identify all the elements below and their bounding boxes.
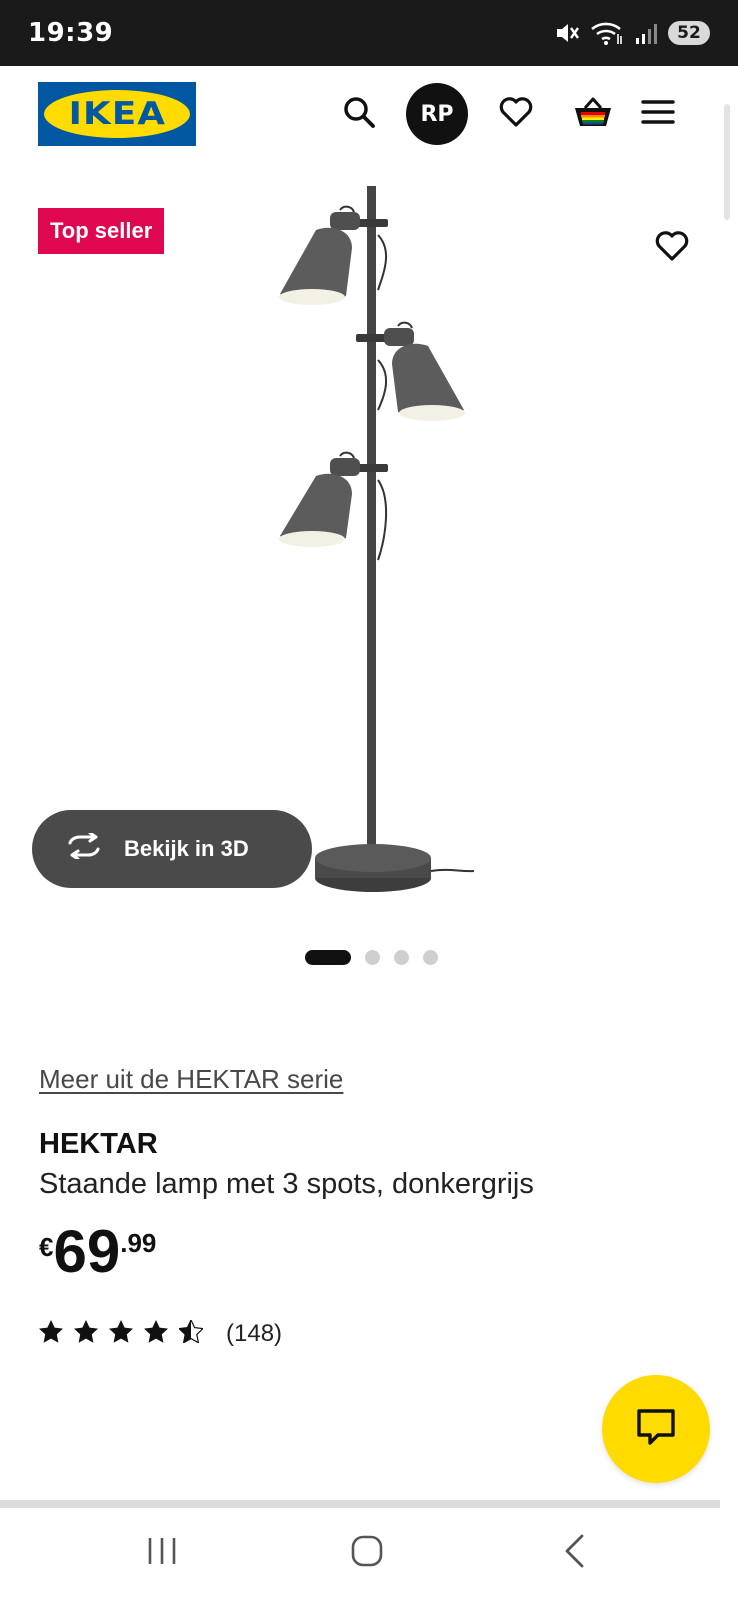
basket-button[interactable] bbox=[562, 83, 624, 145]
product-favorite-button[interactable] bbox=[648, 224, 696, 272]
pager-dot-2[interactable] bbox=[365, 950, 380, 965]
back-button[interactable] bbox=[545, 1528, 605, 1578]
screen: 19:39 52 IKEA RP Top seller Bekijk in 3D… bbox=[0, 0, 738, 1600]
view-3d-button[interactable]: Bekijk in 3D bbox=[32, 810, 312, 888]
star-icon bbox=[74, 1320, 98, 1348]
wishlist-button[interactable] bbox=[485, 83, 547, 145]
half-star-icon bbox=[177, 1318, 205, 1348]
pager-dot-1[interactable] bbox=[305, 950, 351, 965]
price-decimal: .99 bbox=[120, 1228, 157, 1258]
pager-dot-3[interactable] bbox=[394, 950, 409, 965]
product-rating[interactable]: (148) bbox=[39, 1318, 283, 1348]
battery-icon: 52 bbox=[668, 21, 710, 45]
recent-apps-button[interactable] bbox=[132, 1528, 192, 1578]
mute-icon bbox=[554, 21, 580, 45]
view-3d-label: Bekijk in 3D bbox=[124, 836, 249, 861]
basket-icon bbox=[572, 94, 614, 135]
status-bar: 19:39 52 bbox=[0, 0, 738, 66]
star-icon bbox=[109, 1320, 133, 1348]
lamp-pole bbox=[367, 186, 376, 866]
lamp-base-top bbox=[315, 844, 431, 872]
search-button[interactable] bbox=[328, 83, 390, 145]
price-integer: 69 bbox=[53, 1218, 121, 1285]
product-image[interactable] bbox=[0, 170, 738, 910]
back-icon bbox=[563, 1534, 587, 1573]
recent-apps-icon bbox=[146, 1536, 178, 1571]
product-name: HEKTAR bbox=[39, 1128, 158, 1160]
logo-oval: IKEA bbox=[44, 90, 190, 138]
chat-icon bbox=[636, 1408, 676, 1451]
product-price: € 69 .99 bbox=[39, 1222, 156, 1282]
menu-button[interactable] bbox=[627, 83, 689, 145]
pager-dot-4[interactable] bbox=[423, 950, 438, 965]
series-link[interactable]: Meer uit de HEKTAR serie bbox=[39, 1064, 343, 1095]
wifi-icon bbox=[590, 20, 624, 46]
ikea-logo[interactable]: IKEA bbox=[38, 82, 196, 146]
signal-icon bbox=[634, 21, 658, 45]
section-divider bbox=[0, 1500, 720, 1508]
rating-count: (148) bbox=[226, 1320, 283, 1347]
menu-icon bbox=[641, 98, 675, 131]
top-seller-badge: Top seller bbox=[38, 208, 165, 254]
heart-icon bbox=[654, 230, 690, 267]
star-icon bbox=[39, 1320, 63, 1348]
site-header: IKEA RP bbox=[0, 66, 738, 166]
search-icon bbox=[342, 95, 376, 134]
star-icon bbox=[144, 1320, 168, 1348]
chat-button[interactable] bbox=[602, 1375, 710, 1483]
avatar-button[interactable]: RP bbox=[406, 83, 468, 145]
home-button[interactable] bbox=[337, 1528, 397, 1578]
price-currency: € bbox=[39, 1232, 54, 1262]
product-description: Staande lamp met 3 spots, donkergrijs bbox=[39, 1168, 534, 1200]
image-pager bbox=[305, 950, 438, 965]
home-icon bbox=[350, 1534, 384, 1573]
status-icons: 52 bbox=[554, 20, 710, 46]
heart-icon bbox=[498, 96, 534, 133]
logo-text: IKEA bbox=[68, 96, 166, 132]
status-time: 19:39 bbox=[28, 18, 114, 48]
rotate-3d-icon bbox=[64, 831, 104, 865]
lamp-cord bbox=[430, 868, 475, 873]
system-nav-bar bbox=[0, 1508, 738, 1600]
